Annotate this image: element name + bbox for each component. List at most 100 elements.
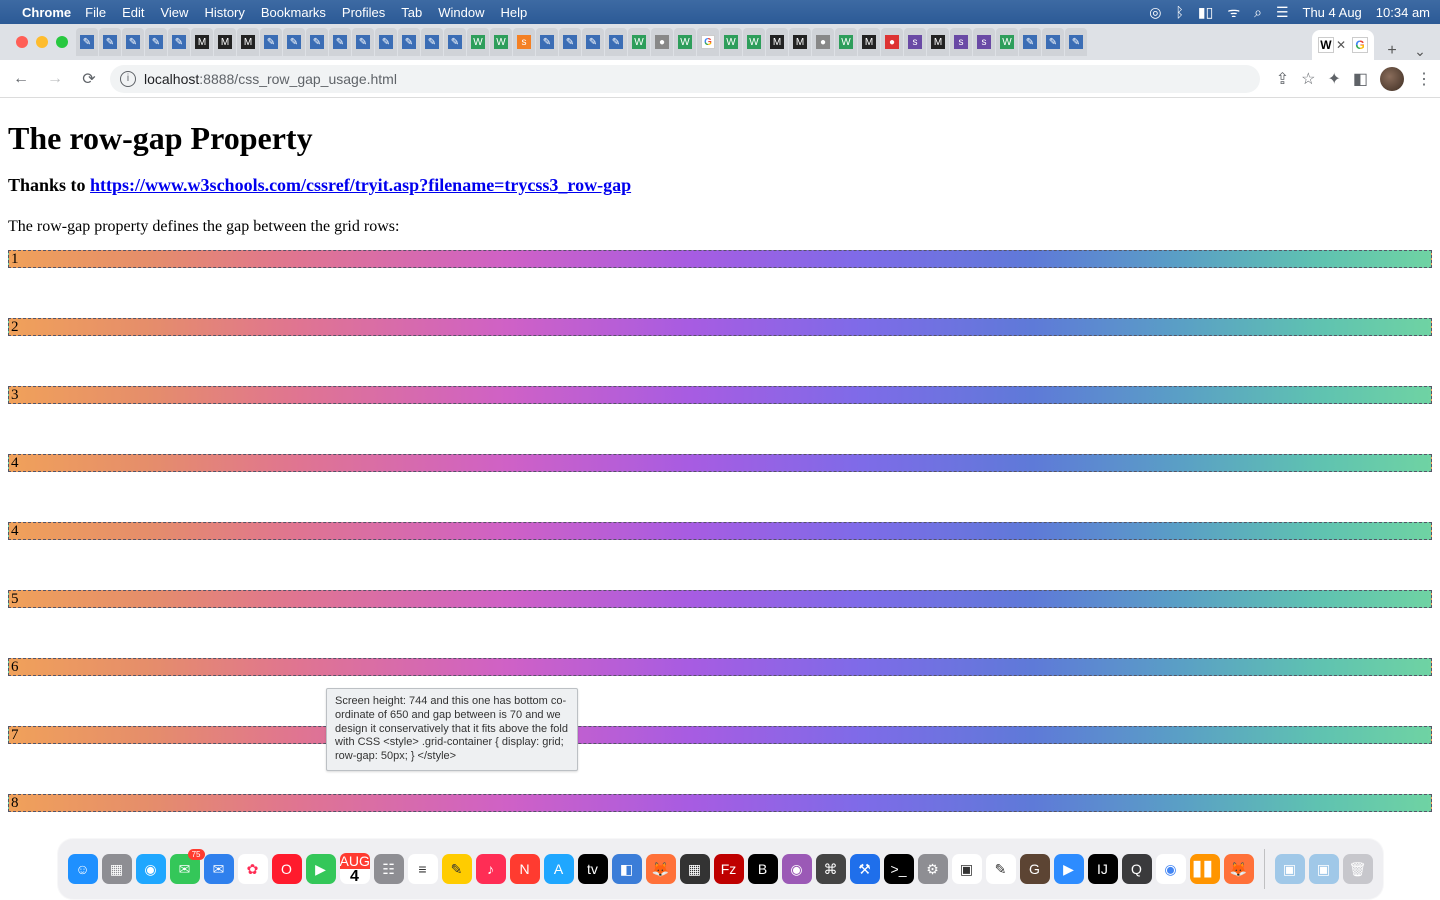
menu-tab[interactable]: Tab [401, 5, 422, 20]
dock-app-quicktime[interactable]: Q [1122, 854, 1152, 884]
dock-app-filezilla[interactable]: Fz [714, 854, 744, 884]
dock-app-finder[interactable]: ☺ [68, 854, 98, 884]
profile-avatar[interactable] [1380, 67, 1404, 91]
dock-app-vm[interactable]: ▣ [952, 854, 982, 884]
dock-app-opera[interactable]: O [272, 854, 302, 884]
background-tab[interactable]: ✎ [352, 28, 374, 56]
background-tab[interactable]: W [743, 28, 765, 56]
background-tab[interactable]: W [674, 28, 696, 56]
background-tab[interactable]: s [973, 28, 995, 56]
dock-app-dev[interactable]: ⌘ [816, 854, 846, 884]
background-tab[interactable]: ✎ [306, 28, 328, 56]
dock-app-notes[interactable]: ✎ [442, 854, 472, 884]
dock-app-chrome[interactable]: ◉ [1156, 854, 1186, 884]
background-tab[interactable]: s [513, 28, 535, 56]
background-tab[interactable]: M [214, 28, 236, 56]
menubar-date[interactable]: Thu 4 Aug [1303, 5, 1362, 20]
dock-app-messages[interactable]: ✉ [170, 854, 200, 884]
extensions-icon[interactable]: ✦ [1327, 69, 1340, 89]
background-tab[interactable]: ✎ [1065, 28, 1087, 56]
dock-app-zoom[interactable]: ▶ [1054, 854, 1084, 884]
dock-app-terminal[interactable]: >_ [884, 854, 914, 884]
dock-app-folder[interactable]: ▣ [1275, 854, 1305, 884]
background-tab[interactable]: M [766, 28, 788, 56]
background-tab[interactable]: G [697, 28, 719, 56]
background-tab[interactable]: ✎ [76, 28, 98, 56]
background-tab[interactable]: M [858, 28, 880, 56]
background-tab[interactable]: ● [881, 28, 903, 56]
dock-app-news[interactable]: N [510, 854, 540, 884]
dock-app-preview[interactable]: ◧ [612, 854, 642, 884]
dock-app-xcode[interactable]: ⚒ [850, 854, 880, 884]
control-center-icon[interactable]: ☰ [1276, 4, 1289, 21]
site-info-icon[interactable]: i [120, 71, 136, 87]
dock-app-textedit[interactable]: ✎ [986, 854, 1016, 884]
forward-button[interactable]: → [42, 66, 68, 92]
window-zoom-button[interactable] [56, 36, 68, 48]
share-icon[interactable]: ⇪ [1276, 69, 1289, 89]
dock-app-gimp[interactable]: G [1020, 854, 1050, 884]
dock-app-firefox-dev[interactable]: 🦊 [1224, 854, 1254, 884]
background-tab[interactable]: ✎ [582, 28, 604, 56]
dock-app-appletv[interactable]: tv [578, 854, 608, 884]
window-minimize-button[interactable] [36, 36, 48, 48]
dock-app-podcasts[interactable]: ◉ [782, 854, 812, 884]
background-tab[interactable]: ✎ [1042, 28, 1064, 56]
background-tab[interactable]: ✎ [168, 28, 190, 56]
background-tab[interactable]: W [467, 28, 489, 56]
tab-overflow-button[interactable]: ⌄ [1406, 43, 1434, 60]
dock-app-bold-b[interactable]: B [748, 854, 778, 884]
battery-icon[interactable]: ▮▯ [1198, 4, 1213, 21]
background-tab[interactable]: W [996, 28, 1018, 56]
dock-app-facetime[interactable]: ▶ [306, 854, 336, 884]
new-tab-button[interactable]: + [1378, 42, 1406, 60]
active-tab[interactable]: W ✕ G [1312, 30, 1374, 60]
menu-window[interactable]: Window [438, 5, 484, 20]
background-tab[interactable]: ✎ [375, 28, 397, 56]
window-close-button[interactable] [16, 36, 28, 48]
address-bar[interactable]: i localhost:8888/css_row_gap_usage.html [110, 65, 1260, 93]
dock-app-intellij[interactable]: IJ [1088, 854, 1118, 884]
background-tab[interactable]: W [720, 28, 742, 56]
background-tab[interactable]: s [904, 28, 926, 56]
background-tab[interactable]: ✎ [536, 28, 558, 56]
dock-app-appstore[interactable]: A [544, 854, 574, 884]
background-tab[interactable]: ✎ [283, 28, 305, 56]
menubar-time[interactable]: 10:34 am [1376, 5, 1430, 20]
menu-view[interactable]: View [160, 5, 188, 20]
dock-app-calendar[interactable]: AUG4 [340, 854, 370, 884]
dock-app-settings[interactable]: ⚙ [918, 854, 948, 884]
chrome-menu-icon[interactable]: ⋮ [1416, 69, 1432, 89]
bluetooth-icon[interactable]: ᛒ [1175, 4, 1183, 20]
background-tab[interactable]: M [789, 28, 811, 56]
background-tab[interactable]: ● [651, 28, 673, 56]
background-tab[interactable]: ✎ [421, 28, 443, 56]
sidepanel-icon[interactable]: ◧ [1353, 69, 1368, 89]
menu-file[interactable]: File [85, 5, 106, 20]
dock-app-contacts[interactable]: ☷ [374, 854, 404, 884]
back-button[interactable]: ← [8, 66, 34, 92]
dock-app-trash[interactable]: 🗑 [1343, 854, 1373, 884]
background-tab[interactable]: W [835, 28, 857, 56]
active-tab-close-icon[interactable]: ✕ [1336, 38, 1346, 52]
menu-profiles[interactable]: Profiles [342, 5, 385, 20]
background-tab[interactable]: M [927, 28, 949, 56]
dock-app-reminders[interactable]: ≡ [408, 854, 438, 884]
dock-app-books[interactable]: ▋▋ [1190, 854, 1220, 884]
dock-app-firefox[interactable]: 🦊 [646, 854, 676, 884]
background-tab[interactable]: ✎ [145, 28, 167, 56]
background-tab[interactable]: ✎ [444, 28, 466, 56]
spotlight-icon[interactable]: ⌕ [1254, 4, 1262, 21]
menu-edit[interactable]: Edit [122, 5, 144, 20]
background-tab[interactable]: ✎ [398, 28, 420, 56]
background-tab[interactable]: ✎ [605, 28, 627, 56]
menu-history[interactable]: History [204, 5, 244, 20]
background-tab[interactable]: ✎ [1019, 28, 1041, 56]
thanks-link[interactable]: https://www.w3schools.com/cssref/tryit.a… [90, 175, 631, 195]
dock-app-photos[interactable]: ✿ [238, 854, 268, 884]
wifi-icon[interactable]: ᯤ [1227, 3, 1240, 22]
menu-help[interactable]: Help [501, 5, 528, 20]
background-tab[interactable]: ✎ [559, 28, 581, 56]
background-tab[interactable]: W [490, 28, 512, 56]
background-tab[interactable]: M [237, 28, 259, 56]
